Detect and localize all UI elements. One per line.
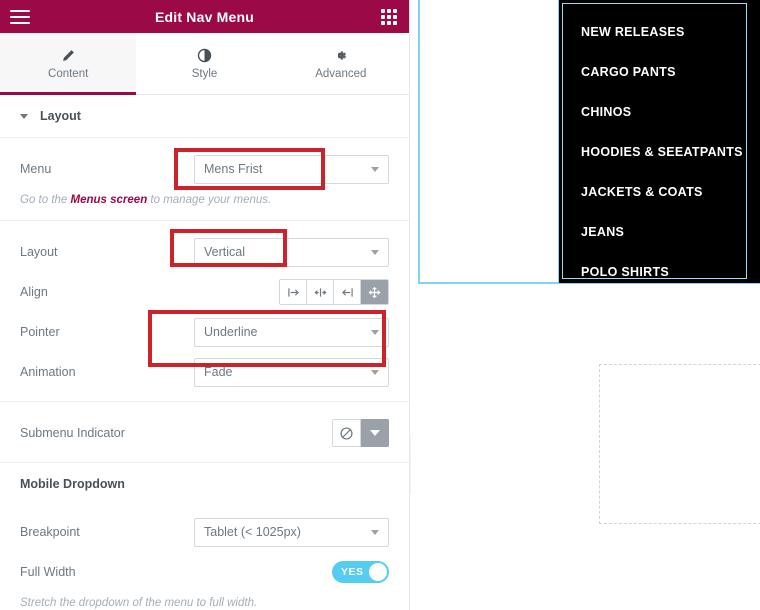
chevron-down-icon: [371, 530, 379, 535]
list-item[interactable]: CHINOS: [559, 92, 760, 132]
full-width-toggle-label: YES: [341, 566, 364, 578]
pointer-select-value: Underline: [204, 325, 258, 339]
field-layout: Layout Vertical: [20, 235, 389, 269]
field-align: Align: [20, 275, 389, 309]
layout-select-value: Vertical: [204, 245, 245, 259]
field-submenu-indicator: Submenu Indicator: [20, 416, 389, 450]
align-button-group: [279, 279, 389, 305]
tab-content-label: Content: [48, 68, 89, 80]
field-animation: Animation Fade: [20, 355, 389, 389]
pencil-icon: [61, 47, 76, 63]
list-item[interactable]: JACKETS & COATS: [559, 172, 760, 212]
submenu-indicator-dropdown-button[interactable]: [361, 419, 389, 447]
list-item[interactable]: NEW RELEASES: [559, 12, 760, 52]
mobile-dropdown-heading: Mobile Dropdown: [20, 477, 125, 491]
submenu-indicator-control: [332, 419, 389, 447]
field-breakpoint-label: Breakpoint: [20, 525, 80, 539]
section-title: Layout: [40, 109, 81, 123]
field-menu-label: Menu: [20, 162, 52, 176]
full-width-hint: Stretch the dropdown of the menu to full…: [20, 597, 258, 609]
menu-hint-after: to manage your menus.: [147, 194, 272, 206]
menu-select-value: Mens Frist: [204, 162, 263, 176]
field-submenu-indicator-label: Submenu Indicator: [20, 426, 125, 440]
field-layout-label: Layout: [20, 245, 58, 259]
field-breakpoint: Breakpoint Tablet (< 1025px): [20, 515, 389, 549]
tab-advanced[interactable]: Advanced: [272, 33, 409, 94]
menus-screen-link[interactable]: Menus screen: [71, 194, 148, 206]
toggle-knob: [369, 563, 387, 581]
group-menu: Menu Mens Frist Go to the Menus screen t…: [0, 138, 409, 221]
chevron-down-icon: [371, 250, 379, 255]
panel-header: Edit Nav Menu: [0, 0, 409, 33]
field-pointer: Pointer Underline: [20, 315, 389, 349]
nav-menu-list: NEW RELEASES CARGO PANTS CHINOS HOODIES …: [559, 0, 760, 292]
preview-area: NEW RELEASES CARGO PANTS CHINOS HOODIES …: [411, 0, 760, 610]
field-menu: Menu Mens Frist: [20, 152, 389, 186]
group-layout: Layout Vertical Align Pointer Underline …: [0, 221, 409, 402]
chevron-down-icon: [371, 167, 379, 172]
group-mobile-dropdown: Breakpoint Tablet (< 1025px) Full Width …: [0, 501, 409, 610]
chevron-down-icon: [371, 330, 379, 335]
caret-down-icon: [369, 430, 380, 436]
grid-icon[interactable]: [381, 8, 397, 25]
empty-section-placeholder: [599, 364, 760, 524]
tab-advanced-label: Advanced: [315, 68, 367, 80]
field-full-width: Full Width YES: [20, 555, 389, 589]
editor-panel: Edit Nav Menu Content Style Advanced Lay…: [0, 0, 410, 610]
list-item[interactable]: CARGO PANTS: [559, 52, 760, 92]
pointer-select[interactable]: Underline: [194, 317, 389, 347]
align-center-button[interactable]: [307, 280, 334, 304]
align-left-button[interactable]: [280, 280, 307, 304]
list-item[interactable]: HOODIES & SEEATPANTS: [559, 132, 760, 172]
tab-bar: Content Style Advanced: [0, 33, 409, 95]
caret-down-icon: [20, 113, 28, 119]
gear-icon: [333, 47, 348, 63]
list-item[interactable]: POLO SHIRTS: [559, 252, 760, 292]
animation-select-value: Fade: [204, 365, 233, 379]
align-justify-button[interactable]: [361, 280, 388, 304]
align-right-button[interactable]: [334, 280, 361, 304]
animation-select[interactable]: Fade: [194, 357, 389, 387]
field-pointer-label: Pointer: [20, 325, 60, 339]
field-animation-label: Animation: [20, 365, 76, 379]
contrast-icon: [197, 47, 212, 63]
full-width-toggle[interactable]: YES: [332, 561, 389, 583]
tab-style[interactable]: Style: [136, 33, 273, 94]
tab-style-label: Style: [191, 68, 218, 80]
group-submenu-indicator: Submenu Indicator: [0, 402, 409, 463]
breakpoint-select[interactable]: Tablet (< 1025px): [194, 517, 389, 547]
tab-content[interactable]: Content: [0, 33, 137, 95]
menu-hint: Go to the Menus screen to manage your me…: [20, 192, 389, 208]
breakpoint-select-value: Tablet (< 1025px): [204, 525, 301, 539]
menu-hint-before: Go to the: [20, 194, 71, 206]
nav-menu-preview: NEW RELEASES CARGO PANTS CHINOS HOODIES …: [558, 0, 760, 283]
layout-select[interactable]: Vertical: [194, 237, 389, 267]
ban-icon[interactable]: [332, 419, 361, 447]
app-root: Edit Nav Menu Content Style Advanced Lay…: [0, 0, 760, 610]
field-align-label: Align: [20, 285, 48, 299]
page-title: Edit Nav Menu: [154, 8, 255, 25]
field-full-width-label: Full Width: [20, 565, 76, 579]
list-item[interactable]: JEANS: [559, 212, 760, 252]
section-layout-header[interactable]: Layout: [0, 95, 409, 138]
chevron-down-icon: [371, 370, 379, 375]
hamburger-icon[interactable]: [10, 9, 30, 24]
menu-select[interactable]: Mens Frist: [194, 154, 389, 184]
